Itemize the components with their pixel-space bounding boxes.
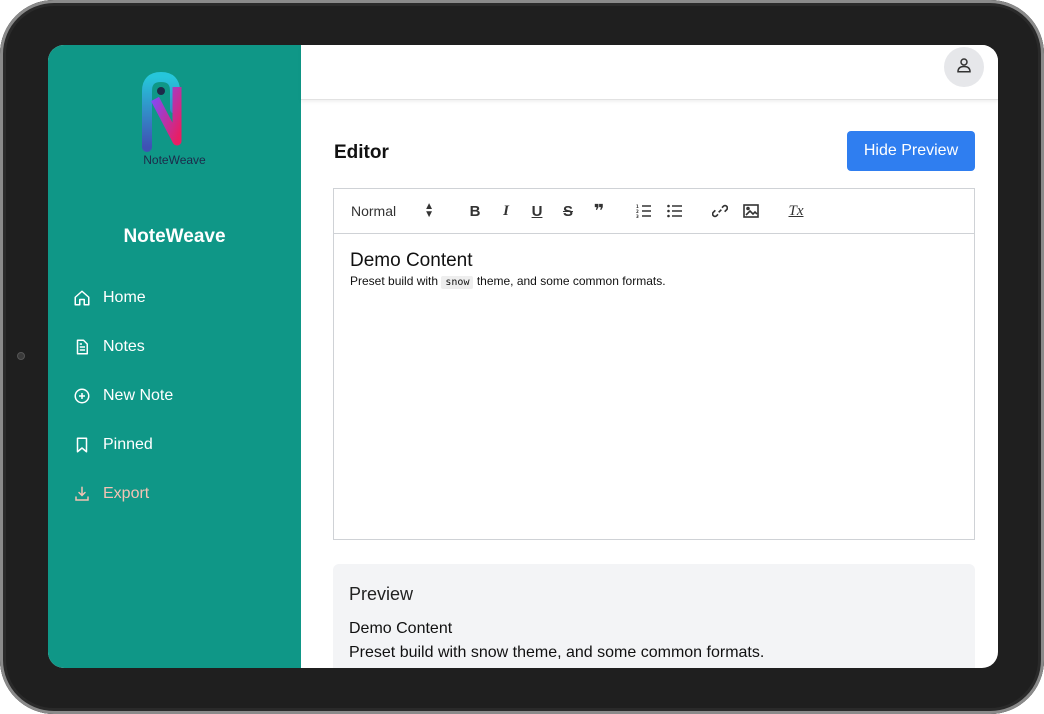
sidebar-item-label: Pinned (103, 435, 153, 453)
preview-panel: Preview Demo Content Preset build with s… (333, 564, 975, 668)
editor-content[interactable]: Demo Content Preset build with snow them… (334, 234, 974, 304)
heading-select[interactable]: Normal ▲ ▼ (351, 201, 451, 220)
clear-format-button[interactable]: Tx (786, 201, 806, 221)
strike-button[interactable]: S (558, 201, 578, 221)
bookmark-icon (73, 436, 91, 454)
rich-text-editor: Normal ▲ ▼ B I U S ❞ 123 Tx Demo Content… (333, 188, 975, 540)
app-screen: NoteWeave NoteWeave Home Notes New Note … (48, 45, 998, 668)
logo-text: NoteWeave (143, 153, 206, 167)
bold-button[interactable]: B (465, 201, 485, 221)
underline-button[interactable]: U (527, 201, 547, 221)
home-icon (73, 289, 91, 307)
blockquote-button[interactable]: ❞ (589, 201, 609, 221)
link-icon (712, 204, 728, 218)
sidebar-item-label: New Note (103, 386, 174, 404)
image-button[interactable] (741, 201, 761, 221)
sidebar-item-new-note[interactable]: New Note (48, 371, 301, 420)
ordered-list-button[interactable]: 123 (634, 201, 654, 221)
preview-paragraph: Preset build with snow theme, and some c… (349, 644, 959, 662)
editor-text-after: theme, and some common formats. (473, 274, 666, 288)
top-bar (301, 45, 998, 100)
heading-select-value: Normal (351, 203, 397, 219)
user-icon (955, 56, 973, 79)
select-arrows-icon: ▲ ▼ (424, 201, 435, 220)
link-button[interactable] (710, 201, 730, 221)
italic-button[interactable]: I (496, 201, 516, 221)
camera-dot (17, 352, 25, 360)
image-icon (743, 204, 759, 218)
preview-title: Preview (349, 584, 414, 604)
page-title: Editor (334, 142, 389, 163)
plus-circle-icon (73, 387, 91, 405)
bullet-list-button[interactable] (665, 201, 685, 221)
sidebar-item-label: Notes (103, 337, 145, 355)
sidebar-item-label: Home (103, 288, 146, 306)
editor-text-before: Preset build with (350, 274, 442, 288)
noteweave-logo-icon[interactable] (131, 69, 195, 154)
brand-title: NoteWeave (123, 226, 226, 247)
svg-text:3: 3 (636, 214, 639, 218)
document-icon (73, 338, 91, 356)
sidebar-item-home[interactable]: Home (48, 273, 301, 322)
sidebar-item-pinned[interactable]: Pinned (48, 420, 301, 469)
editor-toolbar: Normal ▲ ▼ B I U S ❞ 123 Tx (334, 189, 974, 234)
sidebar-nav: Home Notes New Note Pinned Export (48, 273, 301, 518)
preview-text-after: theme, and some common formats. (508, 644, 765, 661)
preview-heading: Demo Content (349, 620, 453, 637)
user-avatar-button[interactable] (944, 47, 984, 87)
sidebar-item-export[interactable]: Export (48, 469, 301, 518)
sidebar-item-label: Export (103, 484, 150, 502)
editor-heading: Demo Content (350, 250, 473, 271)
tablet-frame: NoteWeave NoteWeave Home Notes New Note … (0, 0, 1044, 714)
preview-text-before: Preset build with (349, 644, 471, 661)
bullet-list-icon (667, 204, 682, 218)
preview-code: snow (470, 644, 509, 661)
sidebar-item-notes[interactable]: Notes (48, 322, 301, 371)
editor-code: snow (441, 276, 474, 289)
ordered-list-icon: 123 (636, 204, 651, 218)
editor-paragraph: Preset build with snow theme, and some c… (350, 274, 958, 289)
download-icon (73, 485, 91, 503)
hide-preview-button[interactable]: Hide Preview (847, 131, 975, 171)
sidebar: NoteWeave NoteWeave Home Notes New Note … (48, 45, 301, 668)
